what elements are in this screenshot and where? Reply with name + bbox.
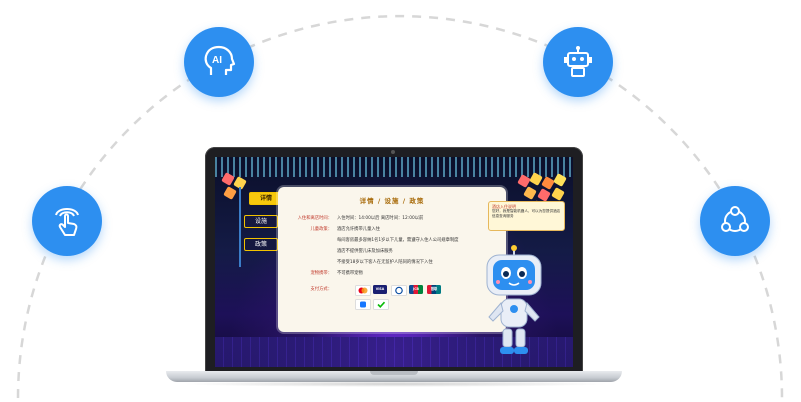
row-label: 入住和离店时间：	[297, 216, 332, 221]
row-value: 入住时间：14:00以后 离店时间：12:00以前	[337, 216, 424, 221]
hotel-info-panel: 详情 / 设施 / 政策 入住和离店时间： 入住时间：14:00以后 离店时间：…	[278, 187, 506, 332]
row-label: 宠物携带：	[310, 271, 332, 276]
row-value: 不可携带宠物	[337, 271, 363, 276]
wechat-pay-icon	[373, 299, 389, 310]
share-network-icon	[721, 206, 749, 232]
robot-icon	[564, 46, 592, 77]
robot-mascot	[486, 245, 542, 354]
laptop-lid: 详情 设施 政策 详情 / 设施 / 政策 入住和离店时间： 入住时间：14:0…	[205, 147, 583, 372]
ai-head-icon: AI	[204, 45, 236, 75]
ai-label: AI	[212, 55, 222, 66]
camera-dot	[391, 150, 395, 154]
alipay-icon	[355, 299, 371, 310]
payment-label: 支付方式：	[310, 287, 332, 292]
touch-gesture-icon-button[interactable]	[32, 186, 102, 256]
unionpay-card: 银联	[427, 285, 441, 294]
tab-facilities[interactable]: 设施	[244, 215, 278, 228]
robot-speech-bubble: 酒店入住说明 您好，我是智能机器人，可以为您提供酒店信息查询服务	[488, 201, 565, 231]
row-label: 儿童政策：	[310, 227, 332, 232]
diners-icon	[391, 285, 407, 296]
share-network-icon-button[interactable]	[700, 186, 770, 256]
touch-gesture-icon	[55, 208, 79, 236]
laptop-notch	[370, 371, 418, 375]
tab-policy[interactable]: 政策	[244, 238, 278, 251]
visa-card: VISA	[373, 285, 387, 294]
jcb-card: JCB	[409, 285, 423, 294]
tabs-rail	[239, 187, 241, 267]
row-value: 酒店不提供婴儿床及加床服务	[337, 249, 393, 254]
row-value: 每间客房最多容纳1名1岁以下儿童，需遵守入住人公司规章制度	[337, 238, 459, 243]
robot-icon-button[interactable]	[543, 27, 613, 97]
row-value: 酒店允许携带儿童入住	[337, 227, 380, 232]
ai-head-icon-button[interactable]: AI	[184, 27, 254, 97]
laptop-shadow	[180, 381, 610, 387]
row-value: 不接受18岁以下客人在无监护人陪同的情况下入住	[337, 260, 433, 265]
bubble-text: 您好，我是智能机器人，可以为您提供酒店信息查询服务	[492, 209, 561, 218]
mastercard-icon	[355, 285, 371, 296]
panel-title: 详情 / 设施 / 政策	[359, 197, 425, 205]
laptop-screen: 详情 设施 政策 详情 / 设施 / 政策 入住和离店时间： 入住时间：14:0…	[215, 157, 573, 367]
